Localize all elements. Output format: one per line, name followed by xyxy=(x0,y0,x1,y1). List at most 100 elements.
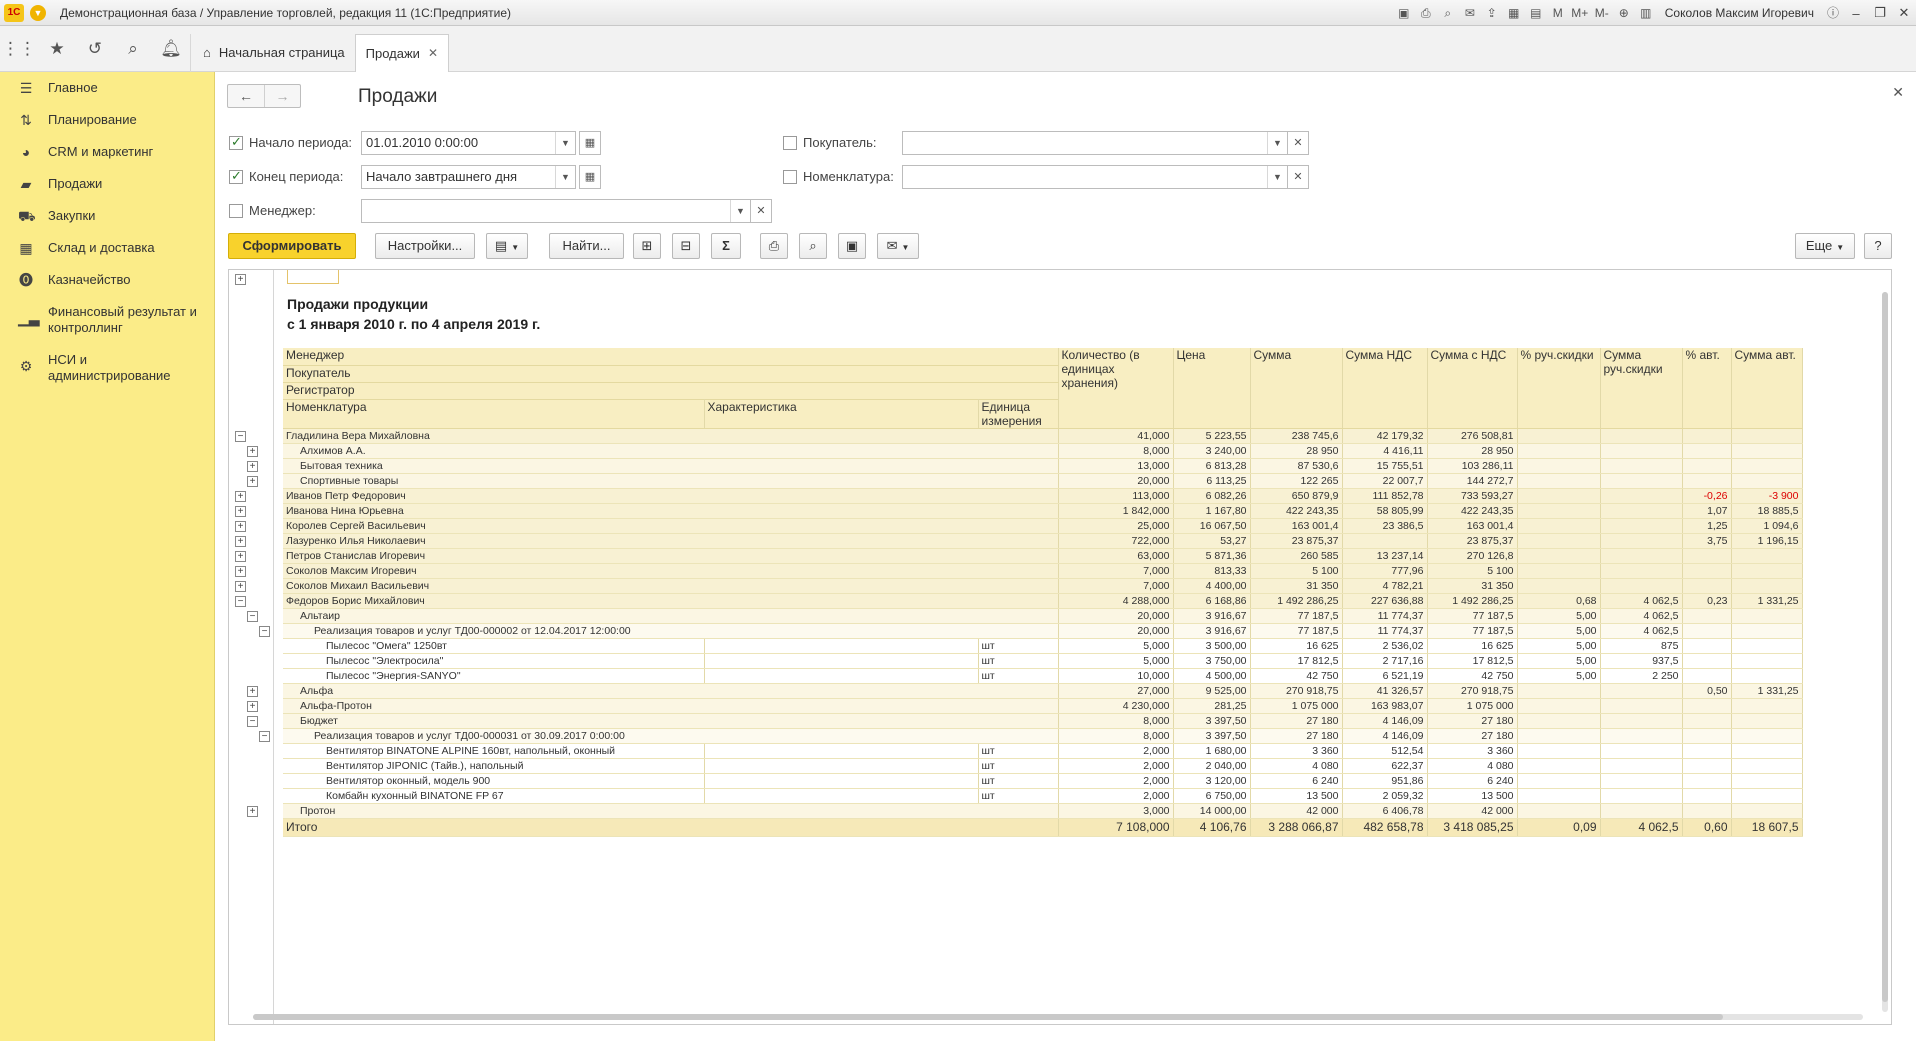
table-row[interactable]: Пылесос "Электросила" шт 5,000 3 750,00 17 8… xyxy=(283,653,1803,669)
chevron-down-icon[interactable]: ▼ xyxy=(1267,166,1287,188)
sidebar-item-admin[interactable]: ⚙ НСИ и администрирование xyxy=(0,344,214,392)
expand-row-icon[interactable]: + xyxy=(247,701,258,712)
chevron-down-icon[interactable]: ▼ xyxy=(730,200,750,222)
table-row[interactable]: Петров Станислав Игоревич 63,000 5 871,36 2… xyxy=(283,548,1803,564)
expand-row-icon[interactable]: + xyxy=(247,446,258,457)
zoom-icon[interactable]: ⊕ xyxy=(1613,2,1635,24)
sidebar-item-sales[interactable]: ▰ Продажи xyxy=(0,168,214,200)
link-icon[interactable]: ⇪ xyxy=(1481,2,1503,24)
nomenclature-input[interactable]: ▼ xyxy=(902,165,1288,189)
buyer-checkbox[interactable] xyxy=(783,135,797,150)
calendar-icon[interactable]: ▤ xyxy=(1525,2,1547,24)
collapse-row-icon[interactable]: − xyxy=(259,626,270,637)
save-icon[interactable]: ▣ xyxy=(1393,2,1415,24)
send-button[interactable]: ✉ ▼ xyxy=(877,233,919,259)
table-row[interactable]: Иванова Нина Юрьевна 1 842,000 1 167,80 422… xyxy=(283,503,1803,519)
nomenclature-clear-icon[interactable]: ✕ xyxy=(1287,165,1309,189)
vertical-scroll-thumb[interactable] xyxy=(1882,292,1888,1002)
period-start-calendar-icon[interactable]: ▦ xyxy=(579,131,601,155)
table-row[interactable]: Федоров Борис Михайлович 4 288,000 6 168,8… xyxy=(283,593,1803,609)
buyer-input[interactable]: ▼ xyxy=(902,131,1288,155)
manager-clear-icon[interactable]: ✕ xyxy=(750,199,772,223)
main-menu-icon[interactable]: ▼ xyxy=(30,4,46,21)
period-start-checkbox[interactable] xyxy=(229,134,243,150)
table-row[interactable]: Вентилятор BINATONE ALPINE 160вт, наполь… xyxy=(283,743,1803,759)
minimize-button[interactable]: – xyxy=(1844,6,1868,21)
current-user[interactable]: Соколов Максим Игоревич xyxy=(1665,6,1814,20)
close-window-button[interactable]: ✕ xyxy=(1892,5,1916,21)
expand-row-icon[interactable]: + xyxy=(235,491,246,502)
print-icon[interactable]: ⎙ xyxy=(1415,2,1437,24)
collapse-row-icon[interactable]: − xyxy=(235,431,246,442)
table-row[interactable]: Вентилятор JIPONIC (Тайв.), напольный шт 2… xyxy=(283,758,1803,774)
memory-plus-button[interactable]: M+ xyxy=(1569,2,1591,24)
sidebar-item-treasury[interactable]: ⓿ Казначейство xyxy=(0,264,214,296)
manager-input[interactable]: ▼ xyxy=(361,199,751,223)
sidebar-item-crm[interactable]: ◕ CRM и маркетинг xyxy=(0,136,214,168)
period-end-calendar-icon[interactable]: ▦ xyxy=(579,165,601,189)
table-row[interactable]: Королев Сергей Васильевич 25,000 16 067,50… xyxy=(283,518,1803,534)
table-row[interactable]: Вентилятор оконный, модель 900 шт 2,000 3 1… xyxy=(283,773,1803,789)
table-row[interactable]: Протон 3,000 14 000,00 42 000 6 406,78 42 000 xyxy=(283,803,1803,819)
forward-arrow-icon[interactable]: → xyxy=(264,85,300,107)
sidebar-item-finance[interactable]: ▁▃ Финансовый результат и контроллинг xyxy=(0,296,214,344)
table-row[interactable]: Соколов Максим Игоревич 7,000 813,33 5 100 7… xyxy=(283,563,1803,579)
sum-button[interactable]: Σ xyxy=(711,233,741,259)
expand-groups-button[interactable]: ⊞ xyxy=(633,233,661,259)
collapse-row-icon[interactable]: − xyxy=(247,611,258,622)
info-icon[interactable]: ⓘ xyxy=(1822,2,1844,24)
search-icon[interactable]: ⌕ xyxy=(114,26,152,72)
nomenclature-checkbox[interactable] xyxy=(783,169,797,184)
expand-row-icon[interactable]: + xyxy=(235,521,246,532)
preview-icon[interactable]: ⌕ xyxy=(1437,2,1459,24)
collapse-groups-button[interactable]: ⊟ xyxy=(672,233,700,259)
period-end-checkbox[interactable] xyxy=(229,168,243,184)
expand-row-icon[interactable]: + xyxy=(235,506,246,517)
vertical-scrollbar[interactable] xyxy=(1882,292,1888,1012)
calculator-icon[interactable]: ▦ xyxy=(1503,2,1525,24)
panel-icon[interactable]: ▥ xyxy=(1635,2,1657,24)
memory-m-button[interactable]: M xyxy=(1547,2,1569,24)
expand-row-icon[interactable]: + xyxy=(235,566,246,577)
table-row[interactable]: Альтаир 20,000 3 916,67 77 187,5 11 774,37 77… xyxy=(283,608,1803,624)
restore-button[interactable]: ❐ xyxy=(1868,5,1892,21)
expand-all-icon[interactable]: + xyxy=(235,274,246,285)
expand-row-icon[interactable]: + xyxy=(247,686,258,697)
table-row[interactable]: Комбайн кухонный BINATONE FP 67 шт 2,000 6 … xyxy=(283,788,1803,804)
more-button[interactable]: Еще ▼ xyxy=(1795,233,1855,259)
save-button[interactable]: ▣ xyxy=(838,233,866,259)
table-row[interactable]: Лазуренко Илья Николаевич 722,000 53,27 23 … xyxy=(283,533,1803,549)
settings-button[interactable]: Настройки... xyxy=(375,233,475,259)
horizontal-scrollbar[interactable] xyxy=(253,1014,1863,1020)
buyer-clear-icon[interactable]: ✕ xyxy=(1287,131,1309,155)
collapse-row-icon[interactable]: − xyxy=(259,731,270,742)
table-row[interactable]: Пылесос "Омега" 1250вт шт 5,000 3 500,00 16 … xyxy=(283,638,1803,654)
chevron-down-icon[interactable]: ▼ xyxy=(555,166,575,188)
tab-close-icon[interactable]: ✕ xyxy=(428,46,438,60)
memory-minus-button[interactable]: M- xyxy=(1591,2,1613,24)
table-row[interactable]: Бытовая техника 13,000 6 813,28 87 530,6 15 … xyxy=(283,458,1803,474)
notifications-bell-icon[interactable]: 🔔︎ xyxy=(152,26,190,72)
expand-row-icon[interactable]: + xyxy=(235,536,246,547)
expand-row-icon[interactable]: + xyxy=(247,806,258,817)
favorites-star-icon[interactable]: ★ xyxy=(38,26,76,72)
history-icon[interactable]: ↺ xyxy=(76,26,114,72)
chevron-down-icon[interactable]: ▼ xyxy=(1267,132,1287,154)
apps-grid-icon[interactable]: ⋮⋮ xyxy=(0,26,38,72)
tab-home[interactable]: ⌂ Начальная страница xyxy=(190,33,355,72)
sidebar-item-purchases[interactable]: ⛟ Закупки xyxy=(0,200,214,232)
table-row[interactable]: Гладилина Вера Михайловна 41,000 5 223,55 2… xyxy=(283,428,1803,444)
sidebar-item-warehouse[interactable]: ▦ Склад и доставка xyxy=(0,232,214,264)
report-area[interactable]: + Продажи продукции с 1 января 2010 г. п… xyxy=(228,269,1892,1025)
expand-row-icon[interactable]: + xyxy=(235,551,246,562)
expand-row-icon[interactable]: + xyxy=(247,476,258,487)
close-form-icon[interactable]: ✕ xyxy=(1892,84,1904,101)
table-row[interactable]: Пылесос "Энергия-SANYO" шт 10,000 4 500,00 4… xyxy=(283,668,1803,684)
horizontal-scroll-thumb[interactable] xyxy=(253,1014,1723,1020)
table-row[interactable]: Алхимов А.А. 8,000 3 240,00 28 950 4 416,11 2… xyxy=(283,443,1803,459)
chevron-down-icon[interactable]: ▼ xyxy=(555,132,575,154)
table-row[interactable]: Альфа-Протон 4 230,000 281,25 1 075 000 163 … xyxy=(283,698,1803,714)
back-arrow-icon[interactable]: ← xyxy=(228,85,264,107)
table-row[interactable]: Реализация товаров и услуг ТД00-000031 о… xyxy=(283,728,1803,744)
table-row[interactable]: Альфа 27,000 9 525,00 270 918,75 41 326,57 27… xyxy=(283,683,1803,699)
